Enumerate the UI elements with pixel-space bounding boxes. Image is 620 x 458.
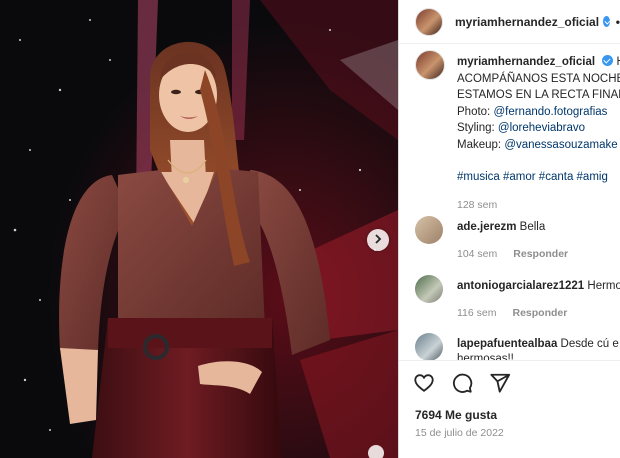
caption-text-start: H: [616, 56, 620, 68]
post-actions: 7694 Me gusta 15 de julio de 2022: [399, 360, 620, 458]
next-photo-button[interactable]: [367, 229, 389, 251]
commenter-avatar[interactable]: [415, 216, 443, 244]
author-avatar[interactable]: [415, 7, 443, 36]
styling-credit-link[interactable]: @loreheviabravo: [498, 122, 585, 134]
post-header: myriamhernandez_oficial •: [399, 0, 620, 44]
more-options-button[interactable]: •: [616, 15, 620, 29]
commenter-username[interactable]: antoniogarcialarez1221: [457, 280, 584, 292]
verified-badge-icon: [603, 16, 610, 27]
verified-badge-icon: [602, 55, 614, 66]
chevron-right-icon: [373, 233, 383, 247]
post-sidebar: myriamhernandez_oficial • myriamhernande…: [398, 0, 620, 458]
author-username[interactable]: myriamhernandez_oficial: [455, 15, 599, 29]
commenter-username[interactable]: lapepafuentealbaa: [457, 338, 557, 350]
post-viewer: myriamhernandez_oficial • myriamhernande…: [0, 0, 620, 458]
commenter-avatar[interactable]: [415, 275, 443, 303]
comment-text: Hermo: [587, 280, 620, 292]
makeup-credit-label: Makeup:: [457, 138, 502, 151]
caption-line: ESTAMOS EN LA RECTA FINAL: [457, 89, 620, 101]
post-photo[interactable]: [0, 0, 398, 458]
hashtags[interactable]: #musica #amor #canta #amig: [457, 169, 620, 186]
reply-button[interactable]: Responder: [513, 307, 568, 319]
commenter-username[interactable]: ade.jerezm: [457, 221, 516, 233]
photo-credit-label: Photo:: [457, 105, 491, 118]
caption-line: ACOMPÁÑANOS ESTA NOCHE: [457, 72, 620, 85]
comment-icon[interactable]: [451, 372, 475, 396]
comment-text: Bella: [519, 221, 546, 233]
caption-username[interactable]: myriamhernandez_oficial: [457, 56, 595, 68]
commenter-avatar[interactable]: [415, 333, 443, 361]
photo-credit-link[interactable]: @fernando.fotografias: [493, 106, 607, 118]
caption-author-avatar[interactable]: [415, 50, 445, 80]
makeup-credit-link[interactable]: @vanessasouzamake: [504, 139, 617, 151]
carousel-indicator: [368, 445, 384, 458]
comment-time: 116 sem: [457, 307, 497, 319]
likes-count[interactable]: 7694 Me gusta: [415, 408, 497, 422]
comment-time: 104 sem: [457, 248, 498, 260]
comment-text: Desde cú e: [560, 338, 619, 350]
photo-illustration: [0, 0, 398, 458]
share-icon[interactable]: [489, 372, 513, 396]
post-date: 15 de julio de 2022: [415, 427, 504, 439]
caption-time: 128 sem: [457, 198, 498, 211]
styling-credit-label: Styling:: [457, 122, 495, 134]
reply-button[interactable]: Responder: [513, 248, 568, 260]
heart-icon[interactable]: [413, 372, 437, 396]
